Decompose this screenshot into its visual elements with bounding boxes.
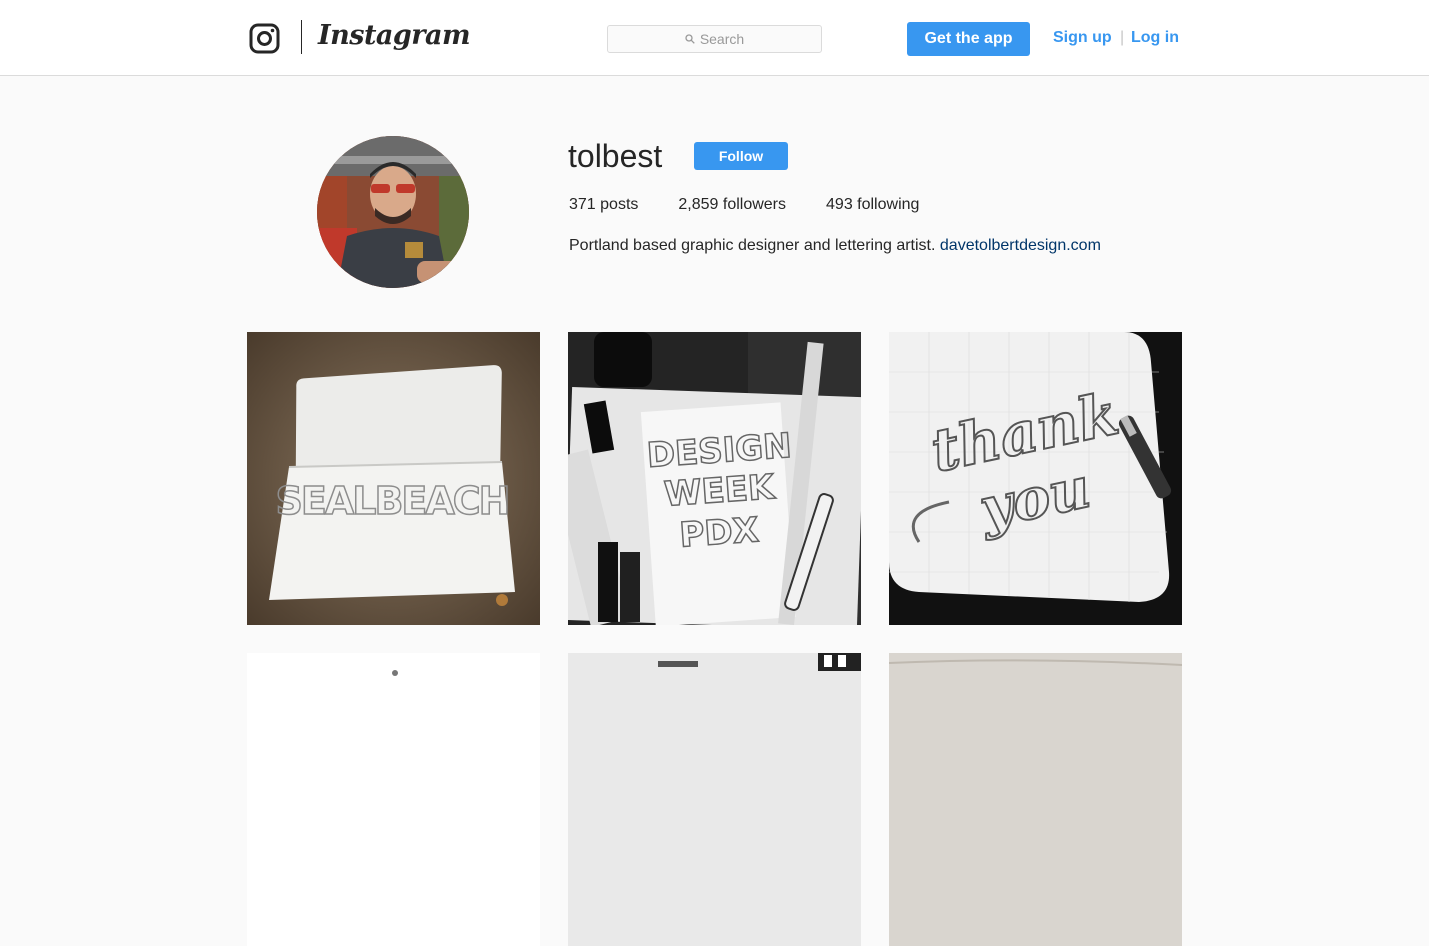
posts-count: 371 posts [569,196,639,213]
instagram-wordmark[interactable]: Instagram [318,20,471,51]
instagram-camera-icon[interactable] [249,23,280,54]
post-image-thank-you: thank you [889,332,1182,625]
svg-text:WEEK: WEEK [663,467,777,515]
post-image [247,653,540,946]
post-image [889,653,1182,946]
logo-divider [301,20,302,54]
post-thumbnail[interactable] [889,653,1182,946]
nav-separator: | [1120,29,1125,46]
post-image-design-week: DESIGN WEEK PDX [568,332,861,625]
sign-up-link[interactable]: Sign up [1053,29,1112,47]
post-thumbnail[interactable]: SEALBEACH [247,332,540,625]
profile-bio: Portland based graphic designer and lett… [569,237,1101,255]
svg-text:PDX: PDX [678,510,760,555]
profile-avatar[interactable] [317,136,469,288]
bio-text: Portland based graphic designer and lett… [569,237,936,254]
profile-username: tolbest [568,138,663,174]
follow-button[interactable]: Follow [694,142,788,170]
post-thumbnail[interactable] [247,653,540,946]
following-count[interactable]: 493 following [826,196,919,214]
search-input[interactable]: Search [607,25,822,53]
post-thumbnail[interactable] [568,653,861,946]
top-navigation-bar: Instagram Search Get the app Sign up | L… [0,0,1429,76]
post-image [568,653,861,946]
post-image-sketchbook-sand: SEALBEACH [247,332,540,625]
post-thumbnail[interactable]: thank you [889,332,1182,625]
bio-website-link[interactable]: davetolbertdesign.com [940,237,1101,254]
search-icon [685,34,695,44]
post-thumbnail[interactable]: DESIGN WEEK PDX [568,332,861,625]
log-in-link[interactable]: Log in [1131,29,1179,47]
profile-stats: 371 posts 2,859 followers 493 following [569,196,919,214]
followers-count[interactable]: 2,859 followers [678,196,786,214]
search-placeholder: Search [699,31,745,47]
post-lettering: SEALBEACH [276,479,509,523]
get-the-app-button[interactable]: Get the app [907,22,1030,56]
